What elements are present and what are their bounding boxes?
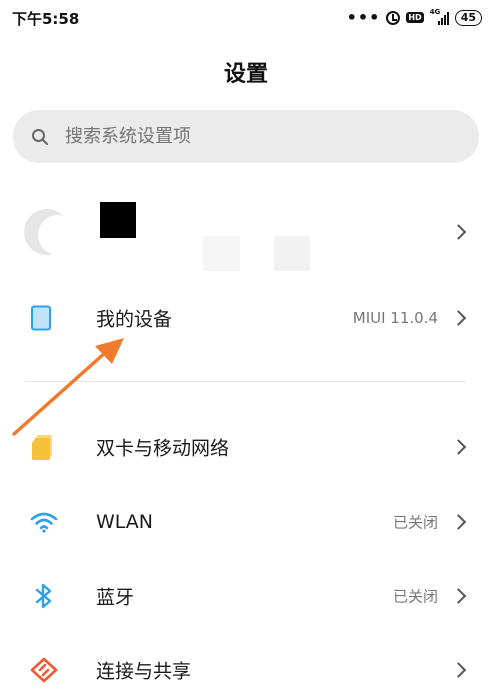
setting-item-label: 双卡与移动网络 [96, 437, 230, 460]
alarm-icon [386, 10, 401, 25]
setting-item-label: 连接与共享 [96, 660, 192, 683]
status-icons: ••• HD 4G 45 [347, 8, 482, 27]
setting-item-label: WLAN [96, 511, 154, 533]
search-icon [32, 128, 48, 145]
status-bar: 下午5:58 ••• HD 4G 45 [0, 0, 492, 36]
notification-dots-icon: ••• [346, 8, 381, 27]
network-type-label: 4G [429, 7, 441, 16]
chevron-right-icon [450, 224, 467, 240]
account-row[interactable] [0, 190, 492, 274]
setting-item-wlan[interactable]: WLAN 已关闭 [0, 492, 492, 552]
search-bar[interactable] [13, 110, 479, 163]
sim-card-icon [32, 435, 52, 460]
chevron-right-icon [450, 439, 467, 455]
setting-item-label: 我的设备 [96, 308, 173, 331]
signal-strength-icon: 4G [429, 7, 449, 25]
status-time: 下午5:58 [12, 10, 80, 28]
chevron-right-icon [450, 310, 467, 326]
setting-item-value: MIUI 11.0.4 [352, 309, 438, 327]
phone-device-icon [31, 305, 51, 331]
wifi-icon [30, 512, 58, 533]
connection-share-icon [30, 657, 58, 683]
setting-item-sim-network[interactable]: 双卡与移动网络 [0, 417, 492, 477]
chevron-right-icon [450, 588, 467, 604]
section-divider [26, 381, 466, 382]
setting-item-value: 已关闭 [392, 513, 438, 532]
search-input[interactable] [63, 125, 427, 148]
battery-icon: 45 [454, 9, 482, 26]
setting-item-bluetooth[interactable]: 蓝牙 已关闭 [0, 566, 492, 626]
redacted-account-name [100, 202, 136, 238]
page-title: 设置 [223, 62, 268, 87]
setting-item-label: 蓝牙 [96, 586, 135, 609]
chevron-right-icon [450, 662, 467, 678]
setting-item-value: 已关闭 [392, 587, 438, 606]
redacted-account-detail [203, 236, 240, 271]
hd-voice-icon: HD [406, 12, 424, 23]
chevron-right-icon [450, 514, 467, 530]
avatar [24, 209, 70, 255]
bluetooth-icon [35, 583, 52, 609]
setting-item-my-device[interactable]: 我的设备 MIUI 11.0.4 [0, 288, 492, 348]
setting-item-connection-sharing[interactable]: 连接与共享 [0, 640, 492, 700]
redacted-account-detail [274, 236, 310, 271]
